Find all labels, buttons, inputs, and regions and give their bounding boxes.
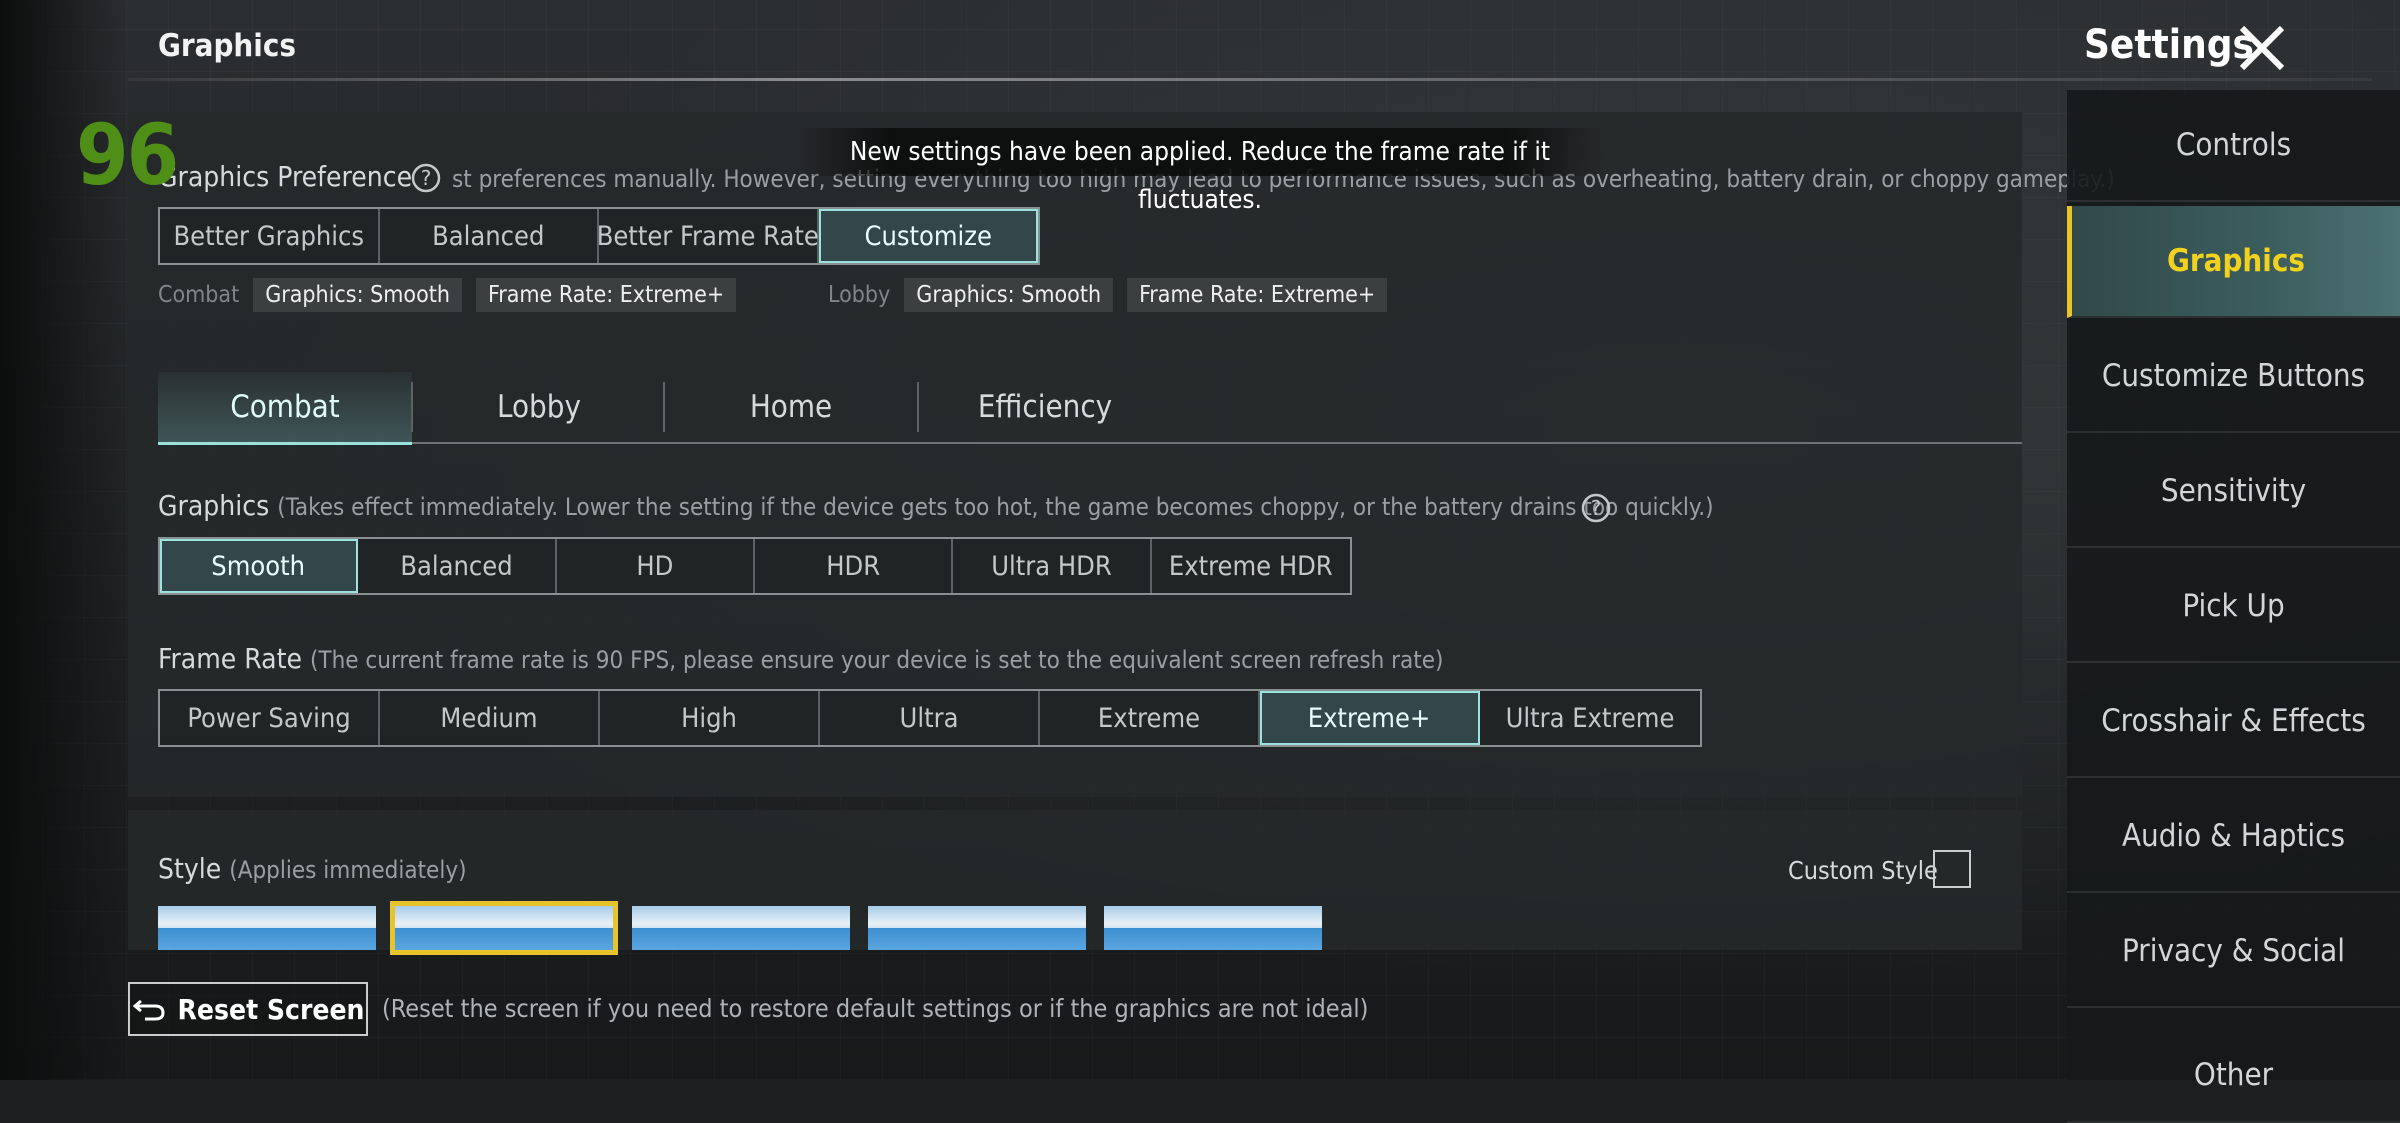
sidebar-item-graphics[interactable]: Graphics [2067,206,2400,318]
notification-toast: New settings have been applied. Reduce t… [795,128,1605,215]
style-thumbnail[interactable] [868,906,1086,950]
combat-summary: Combat Graphics: Smooth Frame Rate: Extr… [158,278,737,312]
style-thumbnail-selected[interactable] [390,901,618,955]
sidebar-item-other[interactable]: Other [2067,1011,2400,1123]
preference-option-better-graphics[interactable]: Better Graphics [160,209,380,263]
frame-rate-selector: Power Saving Medium High Ultra Extreme Extrem… [158,689,1702,747]
close-icon [2239,25,2285,71]
preference-option-balanced[interactable]: Balanced [380,209,599,263]
close-button[interactable] [2232,18,2292,78]
graphics-quality-selector: Smooth Balanced HD HDR Ultra HDR Extreme HDR [158,537,1352,595]
graphics-option-smooth[interactable]: Smooth [160,539,359,593]
frame-rate-label: Frame Rate (The current frame rate is 90… [158,642,1443,675]
question-icon[interactable]: ? [1580,492,1612,524]
tab-home[interactable]: Home [664,372,918,442]
sidebar-item-pick-up[interactable]: Pick Up [2067,551,2400,663]
preference-option-better-frame-rate[interactable]: Better Frame Rate [597,209,819,263]
frame-rate-option-ultra-extreme[interactable]: Ultra Extreme [1480,691,1700,745]
mode-tabs: Combat Lobby Home Efficiency [158,372,2022,445]
sidebar-item-sensitivity[interactable]: Sensitivity [2067,436,2400,548]
settings-sidebar: Controls Graphics Customize Buttons Sens… [2067,90,2400,1123]
frame-rate-title: Frame Rate [158,642,302,675]
style-thumbnail[interactable] [632,906,850,950]
sidebar-item-controls[interactable]: Controls [2067,90,2400,202]
frame-rate-option-power-saving[interactable]: Power Saving [160,691,380,745]
summary-combat-framerate: Frame Rate: Extreme+ [475,278,737,312]
summary-combat-label: Combat [158,282,240,308]
style-thumbnail[interactable] [158,906,376,950]
section-title: Graphics [158,28,296,64]
reset-screen-label: Reset Screen [177,992,365,1026]
graphics-preference-label: Graphics Preference [158,160,413,193]
frame-rate-option-extreme-plus[interactable]: Extreme+ [1260,691,1480,745]
sidebar-item-customize-buttons[interactable]: Customize Buttons [2067,321,2400,433]
sidebar-item-audio-haptics[interactable]: Audio & Haptics [2067,781,2400,893]
summary-combat-graphics: Graphics: Smooth [253,278,462,312]
undo-icon [133,999,165,1021]
reset-screen-note: (Reset the screen if you need to restore… [382,994,1369,1023]
style-title: Style [158,852,222,885]
graphics-option-ultra-hdr[interactable]: Ultra HDR [953,539,1152,593]
graphics-option-extreme-hdr[interactable]: Extreme HDR [1152,539,1350,593]
header-divider [128,78,2372,81]
graphics-quality-label: Graphics (Takes effect immediately. Lowe… [158,489,1714,522]
sidebar-item-crosshair-effects[interactable]: Crosshair & Effects [2067,666,2400,778]
frame-rate-option-extreme[interactable]: Extreme [1040,691,1260,745]
fps-counter: 96 [76,106,179,204]
style-label: Style (Applies immediately) [158,852,467,885]
svg-text:?: ? [1591,496,1602,520]
graphics-option-balanced[interactable]: Balanced [358,539,557,593]
svg-text:?: ? [421,166,432,190]
summary-lobby-graphics: Graphics: Smooth [904,278,1114,312]
preference-option-customize[interactable]: Customize [818,209,1038,263]
tab-lobby[interactable]: Lobby [412,372,666,442]
summary-lobby-label: Lobby [828,282,891,308]
frame-rate-option-high[interactable]: High [600,691,820,745]
graphics-option-hd[interactable]: HD [557,539,755,593]
style-note: (Applies immediately) [229,856,467,884]
tab-combat[interactable]: Combat [158,372,412,445]
sidebar-item-privacy-social[interactable]: Privacy & Social [2067,896,2400,1008]
reset-screen-button[interactable]: Reset Screen [128,982,368,1036]
graphics-preference-selector: Better Graphics Balanced Better Frame Rate… [158,207,1040,265]
tab-efficiency[interactable]: Efficiency [918,372,1172,442]
graphics-option-hdr[interactable]: HDR [755,539,954,593]
frame-rate-option-medium[interactable]: Medium [380,691,600,745]
frame-rate-note: (The current frame rate is 90 FPS, pleas… [309,646,1444,674]
lobby-summary: Lobby Graphics: Smooth Frame Rate: Extre… [828,278,1388,312]
graphics-quality-title: Graphics [158,489,270,522]
custom-style-label: Custom Style [1788,856,1938,885]
summary-lobby-framerate: Frame Rate: Extreme+ [1127,278,1388,312]
question-icon[interactable]: ? [410,162,442,194]
graphics-quality-note: (Takes effect immediately. Lower the set… [277,493,1714,521]
style-thumbnail[interactable] [1104,906,1322,950]
custom-style-checkbox[interactable] [1933,850,1971,888]
frame-rate-option-ultra[interactable]: Ultra [820,691,1040,745]
settings-title: Settings [2084,22,2254,68]
